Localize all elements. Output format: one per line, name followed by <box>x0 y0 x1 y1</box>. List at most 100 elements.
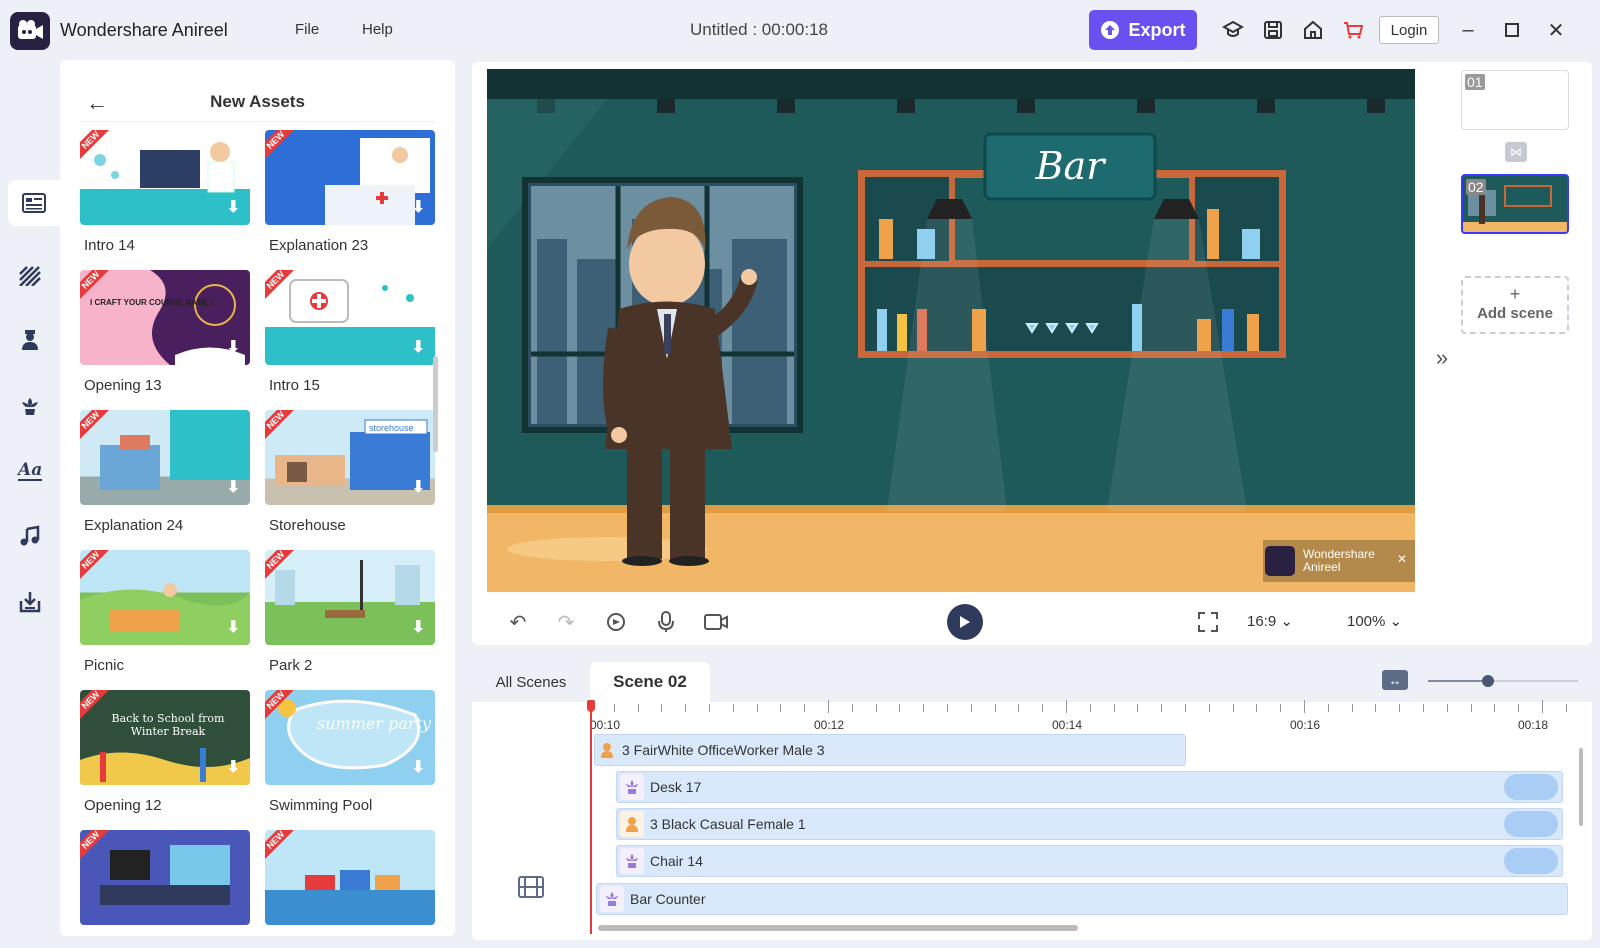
asset-label: Picnic <box>84 657 125 674</box>
tutorial-icon[interactable] <box>1222 19 1244 41</box>
login-button[interactable]: Login <box>1379 16 1439 44</box>
rail-import[interactable] <box>12 584 48 620</box>
templates-icon <box>22 193 46 213</box>
rail-music[interactable] <box>12 518 48 554</box>
download-icon[interactable]: ⬇ <box>227 337 240 357</box>
slider-fill <box>1428 680 1488 682</box>
rail-templates[interactable] <box>8 180 60 226</box>
track-end-handle[interactable] <box>1504 811 1558 837</box>
asset-card[interactable]: storehouse NEW ⬇ Storehouse <box>265 410 435 534</box>
text-icon: Aa <box>17 460 42 481</box>
record-video-icon[interactable] <box>704 610 728 634</box>
rail-background[interactable] <box>12 258 48 294</box>
add-scene-button[interactable]: + Add scene <box>1461 276 1569 334</box>
tab-scene-02[interactable]: Scene 02 <box>590 662 710 702</box>
asset-card[interactable]: NEW ⬇ Picnic <box>80 550 250 674</box>
play-button[interactable] <box>947 604 983 640</box>
aspect-ratio-select[interactable]: 16:9 ⌄ <box>1247 612 1293 630</box>
transition-icon[interactable]: ⋈ <box>1505 142 1527 162</box>
ruler-tick <box>661 704 663 712</box>
rail-text[interactable]: Aa <box>12 452 48 488</box>
download-icon[interactable]: ⬇ <box>227 617 240 637</box>
track-prop[interactable]: Bar Counter <box>596 883 1568 915</box>
track-end-handle[interactable] <box>1504 848 1558 874</box>
asset-card[interactable]: NEW ⬇ Park 2 <box>265 550 435 674</box>
assets-scrollbar[interactable] <box>433 356 438 452</box>
asset-card[interactable]: summer party NEW ⬇ Swimming Pool <box>265 690 435 814</box>
download-icon[interactable]: ⬇ <box>227 757 240 777</box>
stage-canvas[interactable]: Bar <box>487 69 1415 592</box>
ruler-tick <box>685 704 687 712</box>
download-icon[interactable]: ⬇ <box>412 197 425 217</box>
ruler-tick <box>923 704 925 712</box>
asset-thumbnail: NEW ⬇ <box>265 550 435 645</box>
zoom-select[interactable]: 100% ⌄ <box>1347 612 1402 630</box>
auto-animation-icon[interactable] <box>604 610 628 634</box>
export-button[interactable]: Export <box>1089 10 1197 50</box>
download-icon[interactable]: ⬇ <box>412 617 425 637</box>
asset-card[interactable]: NEW ⬇ Intro 15 <box>265 270 435 394</box>
download-icon[interactable]: ⬇ <box>227 197 240 217</box>
maximize-icon[interactable] <box>1500 18 1524 42</box>
download-icon[interactable]: ⬇ <box>412 477 425 497</box>
rail-props[interactable] <box>12 388 48 424</box>
timeline-scrollbar-vertical[interactable] <box>1579 748 1583 826</box>
asset-label: Explanation 24 <box>84 517 184 534</box>
scene-thumbnail-02[interactable]: 02 <box>1461 174 1569 234</box>
tab-all-scenes[interactable]: All Scenes <box>472 662 590 702</box>
timeline-ruler[interactable]: 00:10 00:12 00:14 00:16 00:18 <box>590 700 1592 732</box>
scene-thumbnail-01[interactable]: 01 <box>1461 70 1569 130</box>
asset-card[interactable]: NEW ⬇ Explanation 24 <box>80 410 250 534</box>
track-prop[interactable]: Desk 17 <box>616 771 1563 803</box>
undo-icon[interactable]: ↶ <box>506 610 530 634</box>
asset-card[interactable]: I CRAFT YOUR COURSE NAME ! NEW ⬇ Opening… <box>80 270 250 394</box>
minimize-icon[interactable]: – <box>1456 18 1480 42</box>
ruler-tick <box>1185 704 1186 712</box>
redo-icon[interactable]: ↷ <box>554 610 578 634</box>
close-icon[interactable]: ✕ <box>1544 18 1568 42</box>
ruler-tick <box>1542 700 1543 713</box>
timeline-scrollbar-horizontal[interactable] <box>598 925 1078 931</box>
asset-card[interactable]: Back to School from Winter Break NEW ⬇ O… <box>80 690 250 814</box>
microphone-icon[interactable] <box>654 610 678 634</box>
asset-card[interactable]: NEW ⬇ Explanation 23 <box>265 130 435 254</box>
film-icon[interactable] <box>518 876 544 898</box>
track-label: 3 FairWhite OfficeWorker Male 3 <box>622 742 825 758</box>
asset-card[interactable]: NEW ⬇ Intro 14 <box>80 130 250 254</box>
track-character[interactable]: 3 FairWhite OfficeWorker Male 3 <box>594 734 1186 766</box>
menu-help[interactable]: Help <box>362 21 393 38</box>
asset-label: Intro 14 <box>84 237 135 254</box>
asset-thumbnail: Back to School from Winter Break NEW ⬇ <box>80 690 250 785</box>
fullscreen-icon[interactable] <box>1196 610 1220 634</box>
playhead-handle[interactable] <box>587 700 595 712</box>
slider-knob[interactable] <box>1482 675 1494 687</box>
track-end-handle[interactable] <box>1504 774 1558 800</box>
save-icon[interactable] <box>1262 19 1284 41</box>
download-icon[interactable]: ⬇ <box>412 757 425 777</box>
cart-icon[interactable] <box>1342 19 1364 41</box>
timeline-zoom-slider[interactable] <box>1428 675 1578 687</box>
track-character[interactable]: 3 Black Casual Female 1 <box>616 808 1563 840</box>
asset-thumbnail: storehouse NEW ⬇ <box>265 410 435 505</box>
asset-card[interactable]: NEW <box>265 830 435 925</box>
ruler-tick <box>756 704 758 712</box>
home-icon[interactable] <box>1302 19 1324 41</box>
fit-timeline-icon[interactable]: ↔ <box>1382 670 1408 690</box>
rail-character[interactable] <box>12 322 48 358</box>
thumb-text: storehouse <box>369 423 414 433</box>
download-icon[interactable]: ⬇ <box>412 337 425 357</box>
download-icon[interactable]: ⬇ <box>227 477 240 497</box>
watermark-close-icon[interactable]: ✕ <box>1397 552 1407 566</box>
ruler-tick <box>1423 704 1424 712</box>
assets-panel: ← New Assets NEW ⬇ Intro 14 NEW ⬇ Explan… <box>60 60 455 936</box>
thumb-text: Back to School from Winter Break <box>111 712 225 738</box>
expand-panel-icon[interactable]: » <box>1427 340 1457 376</box>
playhead[interactable] <box>590 702 592 934</box>
ruler-tick <box>613 704 615 712</box>
plus-icon: + <box>1509 284 1521 304</box>
document-title: Untitled : 00:00:18 <box>690 20 828 39</box>
asset-card[interactable]: NEW <box>80 830 250 925</box>
menu-file[interactable]: File <box>295 21 319 38</box>
ruler-tick <box>1399 704 1401 712</box>
track-prop[interactable]: Chair 14 <box>616 845 1563 877</box>
